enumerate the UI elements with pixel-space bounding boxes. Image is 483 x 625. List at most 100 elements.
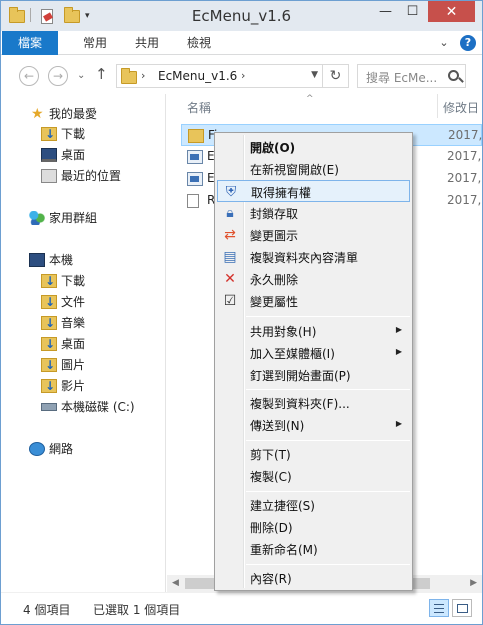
menu-item-lock-access[interactable]: 🔒︎ 封鎖存取 xyxy=(217,202,410,224)
change-icon-icon: ⇄ xyxy=(224,227,236,243)
breadcrumb-current[interactable]: EcMenu_v1.6 xyxy=(158,69,237,83)
explorer-window: ▾ EcMenu_v1.6 — ☐ ✕ 檔案 常用 共用 檢視 ⌄ ? ← → … xyxy=(0,0,483,625)
large-icons-view-button[interactable] xyxy=(452,599,472,617)
address-bar[interactable]: › EcMenu_v1.6 › ▼ xyxy=(116,64,323,88)
breadcrumb-separator[interactable]: › xyxy=(241,69,245,82)
menu-item-properties[interactable]: 內容(R) xyxy=(217,567,410,589)
up-button[interactable]: ↑ xyxy=(95,65,108,83)
menu-item-copy-contents-list[interactable]: ▤ 複製資料夾內容清單 xyxy=(217,246,410,268)
navigation-bar: ← → ⌄ ↑ › EcMenu_v1.6 › ▼ ↻ 搜尋 EcMe... xyxy=(1,56,482,94)
desktop-icon xyxy=(41,148,57,162)
nav-pc-music[interactable]: 音樂 xyxy=(1,313,161,333)
refresh-button[interactable]: ↻ xyxy=(323,64,349,88)
tab-file[interactable]: 檔案 xyxy=(2,31,58,55)
nav-homegroup[interactable]: 家用群組 xyxy=(1,208,161,228)
menu-item-create-shortcut[interactable]: 建立捷徑(S) xyxy=(217,494,410,516)
forward-button[interactable]: → xyxy=(48,66,68,86)
menu-item-take-ownership[interactable]: ⛨ 取得擁有權 xyxy=(217,180,410,202)
nav-favorites[interactable]: ★ 我的最愛 xyxy=(1,104,161,124)
address-dropdown-chevron-icon[interactable]: ▼ xyxy=(311,70,318,80)
shield-icon: ⛨ xyxy=(225,184,237,200)
nav-favorites-recent[interactable]: 最近的位置 xyxy=(1,166,161,186)
address-folder-icon xyxy=(121,68,137,84)
large-icons-icon xyxy=(457,604,468,613)
documents-icon xyxy=(41,292,57,312)
submenu-arrow-icon: ▶ xyxy=(395,419,402,428)
nav-pc-desktop[interactable]: 桌面 xyxy=(1,334,161,354)
menu-item-change-attributes[interactable]: ☑ 變更屬性 xyxy=(217,290,410,312)
application-icon xyxy=(187,150,203,164)
menu-item-pin-to-start[interactable]: 釘選到開始畫面(P) xyxy=(217,364,410,386)
nav-pc-pictures[interactable]: 圖片 xyxy=(1,355,161,375)
item-count: 4 個項目 xyxy=(23,603,71,617)
menu-separator xyxy=(246,316,410,317)
lock-icon: 🔒︎ xyxy=(226,205,234,221)
context-menu: 開啟(O) 在新視窗開啟(E) ⛨ 取得擁有權 🔒︎ 封鎖存取 ⇄ 變更圖示 ▤… xyxy=(214,132,413,591)
nav-pc-local-disk[interactable]: 本機磁碟 (C:) xyxy=(1,397,161,417)
recent-locations-chevron-icon[interactable]: ⌄ xyxy=(77,70,85,81)
minimize-button[interactable]: — xyxy=(372,1,399,22)
help-icon[interactable]: ? xyxy=(460,35,476,51)
menu-item-open[interactable]: 開啟(O) xyxy=(217,136,410,158)
menu-item-delete-permanently[interactable]: ✕ 永久刪除 xyxy=(217,268,410,290)
tab-home[interactable]: 常用 xyxy=(77,31,113,55)
close-button[interactable]: ✕ xyxy=(428,1,475,22)
menu-item-cut[interactable]: 剪下(T) xyxy=(217,443,410,465)
maximize-button[interactable]: ☐ xyxy=(399,1,426,22)
expand-ribbon-chevron-icon[interactable]: ⌄ xyxy=(436,35,452,51)
navigation-pane: ★ 我的最愛 下載 桌面 最近的位置 家用群組 本機 下載 文 xyxy=(1,94,166,592)
breadcrumb-separator[interactable]: › xyxy=(141,69,145,82)
menu-item-copy[interactable]: 複製(C) xyxy=(217,465,410,487)
nav-favorites-desktop[interactable]: 桌面 xyxy=(1,145,161,165)
nav-pc-downloads[interactable]: 下載 xyxy=(1,271,161,291)
menu-item-share-with[interactable]: 共用對象(H) ▶ xyxy=(217,320,410,342)
folder-icon xyxy=(188,129,204,143)
downloads-icon xyxy=(41,271,57,291)
menu-separator xyxy=(246,389,410,390)
menu-item-open-new-window[interactable]: 在新視窗開啟(E) xyxy=(217,158,410,180)
homegroup-icon xyxy=(29,211,45,225)
menu-separator xyxy=(246,440,410,441)
scroll-right-icon[interactable]: ▶ xyxy=(470,578,477,588)
menu-item-add-to-library[interactable]: 加入至媒體櫃(I) ▶ xyxy=(217,342,410,364)
menu-separator xyxy=(246,564,410,565)
nav-network[interactable]: 網路 xyxy=(1,439,161,459)
drive-icon xyxy=(41,403,57,411)
nav-pc-documents[interactable]: 文件 xyxy=(1,292,161,312)
network-icon xyxy=(29,442,45,456)
nav-pc-videos[interactable]: 影片 xyxy=(1,376,161,396)
application-icon xyxy=(187,172,203,186)
selected-count: 已選取 1 個項目 xyxy=(93,603,181,617)
column-header-date[interactable]: 修改日 xyxy=(443,99,479,116)
menu-item-send-to[interactable]: 傳送到(N) ▶ xyxy=(217,414,410,436)
title-bar: ▾ EcMenu_v1.6 — ☐ ✕ xyxy=(1,1,482,31)
tab-share[interactable]: 共用 xyxy=(129,31,165,55)
menu-separator xyxy=(246,491,410,492)
details-view-button[interactable] xyxy=(429,599,449,617)
desktop-folder-icon xyxy=(41,334,57,354)
menu-item-change-icon[interactable]: ⇄ 變更圖示 xyxy=(217,224,410,246)
delete-x-icon: ✕ xyxy=(224,271,236,287)
menu-item-rename[interactable]: 重新命名(M) xyxy=(217,538,410,560)
scroll-left-icon[interactable]: ◀ xyxy=(172,578,179,588)
submenu-arrow-icon: ▶ xyxy=(395,325,402,334)
search-placeholder: 搜尋 EcMe... xyxy=(366,71,438,85)
nav-thispc[interactable]: 本機 xyxy=(1,250,161,270)
music-icon xyxy=(41,313,57,333)
tab-view[interactable]: 檢視 xyxy=(181,31,217,55)
column-divider[interactable] xyxy=(437,94,438,118)
nav-favorites-downloads[interactable]: 下載 xyxy=(1,124,161,144)
back-button[interactable]: ← xyxy=(19,66,39,86)
submenu-arrow-icon: ▶ xyxy=(395,347,402,356)
search-icon xyxy=(448,70,459,81)
column-header-name[interactable]: 名稱 xyxy=(187,99,211,116)
star-icon: ★ xyxy=(31,106,44,122)
menu-item-copy-to-folder[interactable]: 複製到資料夾(F)... xyxy=(217,392,410,414)
text-file-icon xyxy=(187,194,199,208)
menu-item-delete[interactable]: 刪除(D) xyxy=(217,516,410,538)
pictures-icon xyxy=(41,355,57,375)
search-box[interactable]: 搜尋 EcMe... xyxy=(357,64,466,88)
list-document-icon: ▤ xyxy=(223,249,237,265)
sort-ascending-icon: ^ xyxy=(306,94,314,104)
recent-places-icon xyxy=(41,169,57,183)
